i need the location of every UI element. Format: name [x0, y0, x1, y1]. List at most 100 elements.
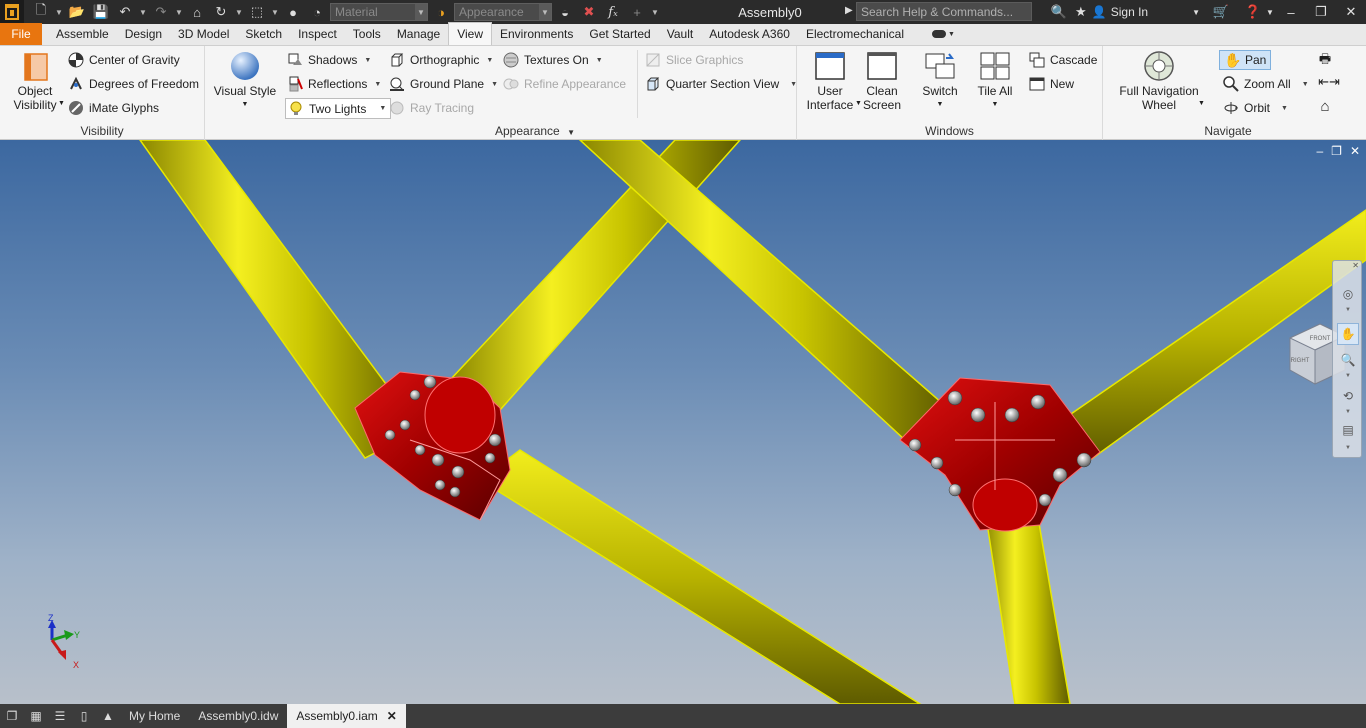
orthographic-dropdown-icon[interactable]: ▼: [486, 57, 493, 64]
center-of-gravity-button[interactable]: Center of Gravity: [68, 49, 180, 71]
visual-style-button[interactable]: Visual Style ▼: [213, 50, 277, 112]
ray-tracing-button[interactable]: Ray Tracing: [389, 97, 474, 119]
ribbon-display-toggle[interactable]: ▼: [931, 23, 955, 45]
add-icon[interactable]: +: [626, 2, 648, 22]
tile-vertical-icon[interactable]: ▯: [72, 704, 96, 728]
shadows-dropdown-icon[interactable]: ▼: [364, 57, 371, 64]
navbar-orbit-icon[interactable]: ⟲: [1337, 385, 1359, 407]
cascade-button[interactable]: Cascade: [1029, 49, 1097, 71]
sign-in-dropdown-icon[interactable]: ▼: [1192, 8, 1200, 17]
qat-customize-dropdown-icon[interactable]: ▼: [650, 2, 660, 22]
viewport-minimize-icon[interactable]: –: [1316, 144, 1323, 158]
reflections-button[interactable]: Reflections ▼: [287, 73, 381, 95]
tab-manage[interactable]: Manage: [389, 23, 448, 45]
tab-assemble[interactable]: Assemble: [48, 23, 117, 45]
graphics-viewport[interactable]: FRONT RIGHT Z Y X – ❐ ✕ ✕ ◎ ▼ ✋ 🔍 ▼ ⟲ ▼ …: [0, 140, 1366, 704]
tab-3d-model[interactable]: 3D Model: [170, 23, 237, 45]
textures-on-button[interactable]: Textures On ▼: [503, 49, 603, 71]
favorites-star-icon[interactable]: ★: [1070, 0, 1092, 24]
clean-screen-button[interactable]: Clean Screen: [859, 50, 905, 112]
clear-appearance-icon[interactable]: ✖: [578, 2, 600, 22]
redo-dropdown-icon[interactable]: ▼: [174, 2, 184, 22]
switch-dropdown-icon[interactable]: ▼: [937, 98, 944, 112]
object-visibility-dropdown-icon[interactable]: ▼: [58, 100, 65, 107]
color-override-icon[interactable]: ●: [282, 2, 304, 22]
cart-icon[interactable]: 🛒: [1210, 0, 1232, 24]
previous-view-icon[interactable]: ⇤⇥: [1314, 74, 1344, 94]
lighting-style-dropdown-icon[interactable]: ▼: [379, 105, 386, 112]
cascade-windows-icon[interactable]: ❐: [0, 704, 24, 728]
update-icon[interactable]: ↻: [210, 2, 232, 22]
tab-environments[interactable]: Environments: [492, 23, 581, 45]
home-icon[interactable]: ⌂: [186, 2, 208, 22]
parameters-fx-icon[interactable]: fₓ: [602, 2, 624, 22]
app-logo[interactable]: [0, 0, 24, 24]
adjust-appearance-icon[interactable]: ◒: [554, 2, 576, 22]
undo-dropdown-icon[interactable]: ▼: [138, 2, 148, 22]
close-doc-tab-icon[interactable]: ✕: [387, 709, 397, 723]
tab-get-started[interactable]: Get Started: [581, 23, 658, 45]
navbar-wheel-dropdown-icon[interactable]: ▼: [1333, 307, 1363, 313]
ground-plane-dropdown-icon[interactable]: ▼: [491, 81, 498, 88]
material-combo[interactable]: Material ▼: [330, 3, 428, 21]
navbar-zoom-dropdown-icon[interactable]: ▼: [1333, 373, 1363, 379]
viewport-close-icon[interactable]: ✕: [1350, 144, 1360, 158]
tab-file[interactable]: File: [0, 23, 42, 45]
help-dropdown-icon[interactable]: ▼: [1264, 0, 1276, 24]
minimize-icon[interactable]: –: [1276, 0, 1306, 24]
navbar-zoom-icon[interactable]: 🔍: [1337, 349, 1359, 371]
tab-sketch[interactable]: Sketch: [237, 23, 290, 45]
slice-graphics-button[interactable]: Slice Graphics: [645, 49, 743, 71]
tab-design[interactable]: Design: [117, 23, 170, 45]
zoom-all-button[interactable]: Zoom All ▼: [1223, 73, 1309, 95]
sign-in-button[interactable]: 👤 Sign In ▼: [1092, 5, 1200, 19]
redo-icon[interactable]: ↷: [150, 2, 172, 22]
tile-all-dropdown-icon[interactable]: ▼: [992, 98, 999, 112]
tab-view[interactable]: View: [448, 22, 492, 45]
full-navigation-wheel-button[interactable]: Full Navigation Wheel: [1113, 50, 1205, 112]
tile-windows-icon[interactable]: ▦: [24, 704, 48, 728]
help-icon[interactable]: ❓: [1242, 0, 1264, 24]
navbar-orbit-dropdown-icon[interactable]: ▼: [1333, 409, 1363, 415]
user-interface-button[interactable]: User Interface: [805, 50, 855, 112]
viewport-restore-icon[interactable]: ❐: [1331, 144, 1342, 158]
navbar-pan-icon[interactable]: ✋: [1337, 323, 1359, 345]
ribbon-options-dropdown-icon[interactable]: ▼: [948, 31, 955, 38]
navbar-customize-dropdown-icon[interactable]: ▼: [1333, 445, 1363, 451]
new-dropdown-icon[interactable]: ▼: [54, 2, 64, 22]
refine-appearance-button[interactable]: Refine Appearance: [503, 73, 626, 95]
tab-autodesk-a360[interactable]: Autodesk A360: [701, 23, 798, 45]
appearance-combo[interactable]: Appearance ▼: [454, 3, 552, 21]
appearance-panel-expand-icon[interactable]: ▼: [567, 128, 575, 137]
navbar-steering-wheel-icon[interactable]: ◎: [1337, 283, 1359, 305]
lighting-style-combo[interactable]: Two Lights ▼: [285, 98, 392, 119]
tile-all-button[interactable]: Tile All ▼: [969, 50, 1021, 112]
tab-tools[interactable]: Tools: [345, 23, 389, 45]
select-dropdown-icon[interactable]: ▼: [270, 2, 280, 22]
tab-electromechanical[interactable]: Electromechanical: [798, 23, 912, 45]
tab-inspect[interactable]: Inspect: [290, 23, 345, 45]
orbit-button[interactable]: Orbit ▼: [1223, 97, 1288, 119]
navbar-close-icon[interactable]: ✕: [1352, 261, 1359, 270]
doc-tab-my-home[interactable]: My Home: [120, 704, 189, 728]
orbit-dropdown-icon[interactable]: ▼: [1281, 105, 1288, 112]
visual-style-dropdown-icon[interactable]: ▼: [242, 98, 249, 112]
restore-icon[interactable]: ❐: [1306, 0, 1336, 24]
ground-plane-button[interactable]: Ground Plane ▼: [389, 73, 498, 95]
search-binoculars-icon[interactable]: 🔍: [1048, 0, 1070, 24]
open-folder-icon[interactable]: 📂: [66, 2, 88, 22]
reflections-dropdown-icon[interactable]: ▼: [374, 81, 381, 88]
appearance-dropdown-icon[interactable]: ▼: [539, 4, 551, 20]
tab-vault[interactable]: Vault: [659, 23, 701, 45]
search-expand-icon[interactable]: ▶: [845, 5, 853, 16]
navbar-look-at-icon[interactable]: ▤: [1337, 419, 1359, 441]
save-icon[interactable]: 💾: [90, 2, 112, 22]
appearance-sphere-icon[interactable]: ◔: [306, 2, 328, 22]
new-window-button[interactable]: New: [1029, 73, 1074, 95]
zoom-all-dropdown-icon[interactable]: ▼: [1302, 81, 1309, 88]
pan-button[interactable]: ✋ Pan: [1219, 50, 1272, 70]
select-filter-icon[interactable]: ⬚: [246, 2, 268, 22]
appearance-color-wheel-icon[interactable]: ◑: [430, 2, 452, 22]
full-nav-wheel-dropdown-icon[interactable]: ▼: [1198, 100, 1205, 107]
close-icon[interactable]: ✕: [1336, 0, 1366, 24]
